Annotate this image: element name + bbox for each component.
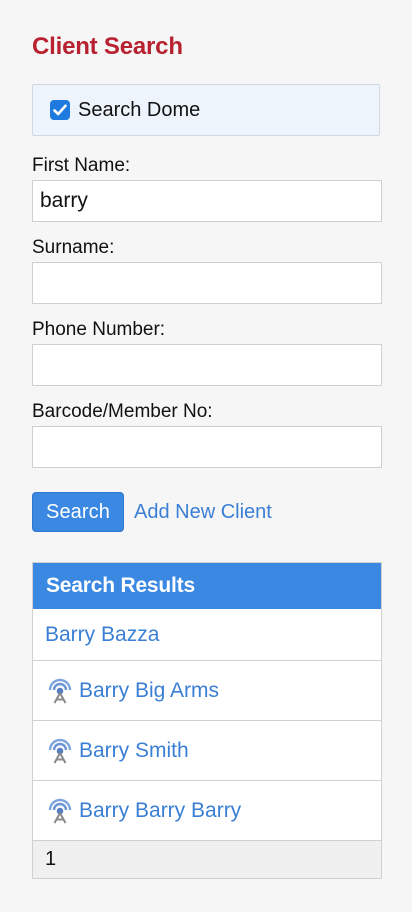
- result-row[interactable]: Barry Big Arms: [33, 660, 381, 720]
- first-name-input[interactable]: barry: [32, 180, 382, 222]
- add-new-client-link[interactable]: Add New Client: [134, 500, 272, 524]
- result-link[interactable]: Barry Barry Barry: [79, 798, 241, 824]
- surname-input[interactable]: [32, 262, 382, 304]
- barcode-member-label: Barcode/Member No:: [32, 401, 213, 422]
- result-link[interactable]: Barry Smith: [79, 738, 189, 764]
- search-dome-label[interactable]: Search Dome: [78, 98, 200, 122]
- dome-signal-icon: [45, 795, 75, 827]
- result-row[interactable]: Barry Bazza: [33, 609, 381, 660]
- results-pager: 1: [33, 840, 381, 878]
- search-actions: Search Add New Client: [32, 492, 382, 532]
- dome-signal-icon: [45, 735, 75, 767]
- page-number[interactable]: 1: [45, 848, 56, 871]
- barcode-member-input[interactable]: [32, 426, 382, 468]
- barcode-field-group: Barcode/Member No:: [32, 400, 382, 468]
- client-search-page: Client Search Search Dome First Name: ba…: [0, 0, 412, 912]
- first-name-field-group: First Name: barry: [32, 154, 382, 222]
- result-row[interactable]: Barry Barry Barry: [33, 780, 381, 840]
- phone-field-group: Phone Number:: [32, 318, 382, 386]
- phone-number-input[interactable]: [32, 344, 382, 386]
- checkmark-icon: [53, 104, 67, 116]
- first-name-label: First Name:: [32, 155, 131, 176]
- search-results-panel: Search Results Barry Bazza Barry Big Arm…: [32, 562, 382, 879]
- dome-signal-icon: [45, 675, 75, 707]
- search-dome-checkbox[interactable]: [50, 100, 70, 120]
- result-row[interactable]: Barry Smith: [33, 720, 381, 780]
- surname-label: Surname:: [32, 237, 115, 258]
- result-link[interactable]: Barry Big Arms: [79, 678, 219, 704]
- page-title: Client Search: [32, 33, 183, 60]
- search-dome-filter[interactable]: Search Dome: [32, 84, 380, 136]
- search-button[interactable]: Search: [32, 492, 124, 532]
- result-link[interactable]: Barry Bazza: [45, 622, 159, 648]
- phone-number-label: Phone Number:: [32, 319, 166, 340]
- search-results-header: Search Results: [33, 563, 381, 609]
- surname-field-group: Surname:: [32, 236, 382, 304]
